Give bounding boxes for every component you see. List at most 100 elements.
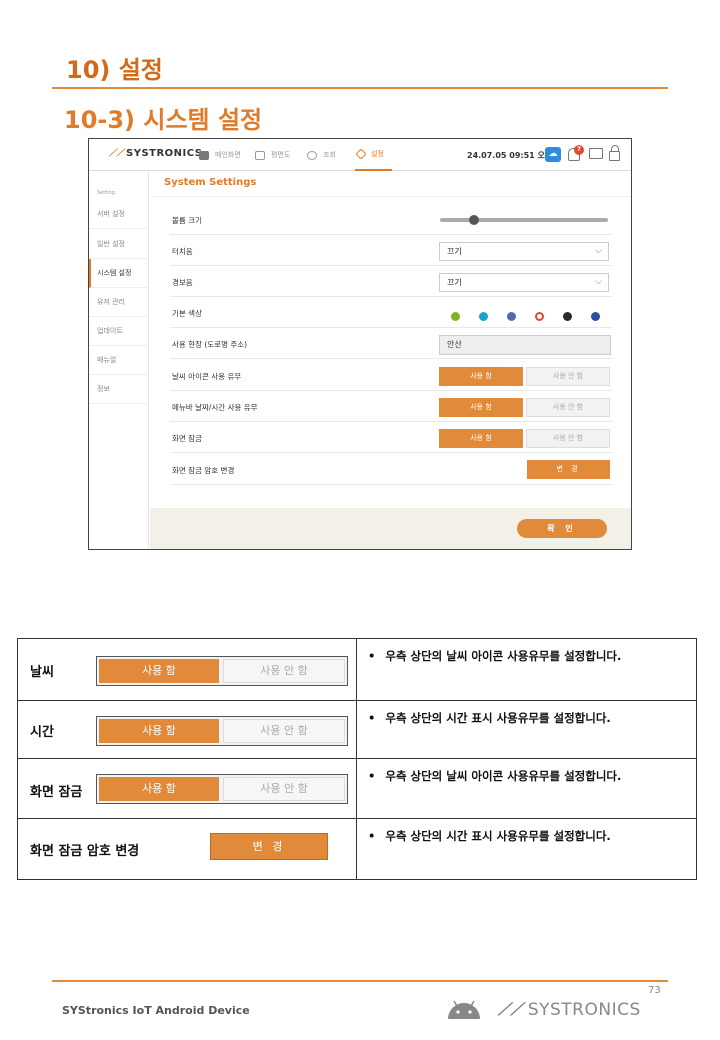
change-password-button[interactable]: 변 경: [210, 833, 328, 860]
screen-lock-label: 화면 잠금: [172, 434, 202, 443]
site-label: 사용 현장 (도로명 주소): [172, 340, 248, 349]
nav-search[interactable]: 조회: [307, 139, 336, 171]
nouse-button[interactable]: 사용 안 함: [223, 719, 345, 743]
page-title: System Settings: [164, 177, 257, 188]
change-password-button[interactable]: 변 경: [527, 460, 610, 479]
description-table: 날씨 사용 함 사용 안 함 • 우측 상단의 날씨 아이콘 사용유무를 설정합니…: [17, 638, 697, 880]
row-description: • 우측 상단의 시간 표시 사용유무를 설정합니다.: [368, 829, 611, 843]
table-cell-control: 날씨 사용 함 사용 안 함: [18, 639, 357, 700]
table-row: 날씨 사용 함 사용 안 함 • 우측 상단의 날씨 아이콘 사용유무를 설정합니…: [18, 639, 696, 701]
menubar-datetime-label: 메뉴바 날짜/시간 사용 유무: [172, 403, 258, 412]
datetime-nouse-button[interactable]: 사용 안 함: [526, 398, 610, 417]
home-icon: [199, 150, 209, 160]
datetime-use-button[interactable]: 사용 함: [439, 398, 523, 417]
settings-footer: 확 인: [150, 508, 631, 549]
color-swatch[interactable]: [479, 312, 488, 321]
sidebar-item-update[interactable]: 업데이트: [89, 317, 148, 346]
table-cell-control: 화면 잠금 사용 함 사용 안 함: [18, 759, 357, 818]
weather-cloud-icon[interactable]: ☁: [545, 147, 561, 162]
alarm-sound-select[interactable]: 끄기 ⌵: [439, 273, 609, 292]
table-cell-control: 화면 잠금 암호 변경 변 경: [18, 819, 357, 879]
system-settings-screenshot: ⟋⟋ SYSTRONICS 메인화면 평면도 조회 설정 24.07.05 09:…: [88, 138, 632, 550]
volume-label: 볼륨 크기: [172, 216, 202, 225]
subsection-heading: 10-3) 시스템 설정: [64, 106, 263, 134]
time-toggle[interactable]: 사용 함 사용 안 함: [96, 716, 348, 746]
android-icon: [448, 1000, 480, 1019]
sidebar-item-info[interactable]: 정보: [89, 375, 148, 404]
sidebar-item-general[interactable]: 일반 설정: [89, 230, 148, 259]
nouse-button[interactable]: 사용 안 함: [223, 659, 345, 683]
row-label: 화면 잠금: [30, 785, 83, 800]
weather-toggle[interactable]: 사용 함 사용 안 함: [96, 656, 348, 686]
row-base-color: 기본 색상: [170, 297, 612, 328]
search-icon: [307, 150, 317, 160]
use-button[interactable]: 사용 함: [99, 777, 219, 801]
settings-sidebar: Setting 서버 설정 일반 설정 시스템 설정 유저 관리 업데이트 매뉴…: [89, 172, 149, 549]
weather-icon-label: 날씨 아이콘 사용 유무: [172, 372, 242, 381]
table-row: 화면 잠금 사용 함 사용 안 함 • 우측 상단의 날씨 아이콘 사용유무를 설…: [18, 759, 696, 819]
nav-floorplan[interactable]: 평면도: [255, 139, 290, 171]
heading-divider: [52, 87, 668, 89]
use-button[interactable]: 사용 함: [99, 719, 219, 743]
row-touch-sound: 터치음 끄기 ⌵: [170, 235, 612, 266]
footer-logo: ⟋⟋ SYSTRONICS: [498, 1000, 641, 1020]
base-color-label: 기본 색상: [172, 309, 202, 318]
row-weather-icon: 날씨 아이콘 사용 유무 사용 함 사용 안 함: [170, 360, 612, 391]
touch-sound-label: 터치음: [172, 247, 193, 256]
page-number: 73: [648, 985, 661, 996]
sidebar-title: Setting: [97, 190, 115, 196]
confirm-button[interactable]: 확 인: [517, 519, 607, 538]
monitor-icon[interactable]: [589, 148, 603, 159]
floorplan-icon: [255, 150, 265, 160]
lock-password-label: 화면 잠금 암호 변경: [172, 466, 235, 475]
site-input[interactable]: 안산: [439, 335, 611, 355]
nav-main[interactable]: 메인화면: [199, 139, 241, 171]
alarm-sound-label: 경보음: [172, 278, 193, 287]
row-site: 사용 현장 (도로명 주소) 안산: [170, 328, 612, 359]
row-label: 시간: [30, 725, 54, 740]
row-lock-password: 화면 잠금 암호 변경 변 경: [170, 454, 612, 485]
color-swatch[interactable]: [507, 312, 516, 321]
row-screen-lock: 화면 잠금 사용 함 사용 안 함: [170, 422, 612, 453]
row-description: • 우측 상단의 시간 표시 사용유무를 설정합니다.: [368, 711, 611, 725]
row-description: • 우측 상단의 날씨 아이콘 사용유무를 설정합니다.: [368, 769, 622, 783]
weather-use-button[interactable]: 사용 함: [439, 367, 523, 386]
slider-knob[interactable]: [468, 215, 479, 225]
chevron-down-icon: ⌵: [595, 277, 602, 287]
app-top-bar: ⟋⟋ SYSTRONICS 메인화면 평면도 조회 설정 24.07.05 09:…: [89, 139, 631, 171]
row-volume: 볼륨 크기: [170, 204, 612, 235]
app-logo: ⟋⟋ SYSTRONICS: [109, 148, 203, 159]
lock-nouse-button[interactable]: 사용 안 함: [526, 429, 610, 448]
footer-title: SYStronics IoT Android Device: [62, 1004, 250, 1017]
color-swatch[interactable]: [535, 312, 544, 321]
settings-main: System Settings 볼륨 크기 터치음 끄기 ⌵ 경보음 끄기 ⌵ 기본…: [150, 172, 631, 549]
use-button[interactable]: 사용 함: [99, 659, 219, 683]
sidebar-item-manual[interactable]: 매뉴얼: [89, 346, 148, 375]
color-swatch[interactable]: [591, 312, 600, 321]
notification-badge: 7: [574, 145, 584, 155]
volume-slider[interactable]: [440, 215, 608, 225]
sidebar-item-system[interactable]: 시스템 설정: [89, 259, 148, 288]
weather-nouse-button[interactable]: 사용 안 함: [526, 367, 610, 386]
screen-lock-toggle[interactable]: 사용 함 사용 안 함: [96, 774, 348, 804]
row-menubar-datetime: 메뉴바 날짜/시간 사용 유무 사용 함 사용 안 함: [170, 391, 612, 422]
nav-settings[interactable]: 설정: [355, 139, 392, 171]
row-label: 화면 잠금 암호 변경: [30, 844, 140, 859]
row-description: • 우측 상단의 날씨 아이콘 사용유무를 설정합니다.: [368, 649, 622, 663]
color-swatch[interactable]: [563, 312, 572, 321]
color-swatch[interactable]: [451, 312, 460, 321]
title-divider: [150, 196, 631, 197]
touch-sound-select[interactable]: 끄기 ⌵: [439, 242, 609, 261]
chevron-down-icon: ⌵: [595, 246, 602, 256]
table-row: 시간 사용 함 사용 안 함 • 우측 상단의 시간 표시 사용유무를 설정합니다…: [18, 701, 696, 759]
lock-use-button[interactable]: 사용 함: [439, 429, 523, 448]
sidebar-item-users[interactable]: 유저 관리: [89, 288, 148, 317]
sidebar-item-server[interactable]: 서버 설정: [89, 200, 148, 229]
footer-divider: [52, 980, 668, 982]
datetime-display: 24.07.05 09:51 오전: [467, 151, 553, 160]
nouse-button[interactable]: 사용 안 함: [223, 777, 345, 801]
row-label: 날씨: [30, 665, 54, 680]
lock-icon[interactable]: [609, 145, 620, 161]
table-row: 화면 잠금 암호 변경 변 경 • 우측 상단의 시간 표시 사용유무를 설정합니…: [18, 819, 696, 879]
section-heading: 10) 설정: [66, 56, 163, 84]
